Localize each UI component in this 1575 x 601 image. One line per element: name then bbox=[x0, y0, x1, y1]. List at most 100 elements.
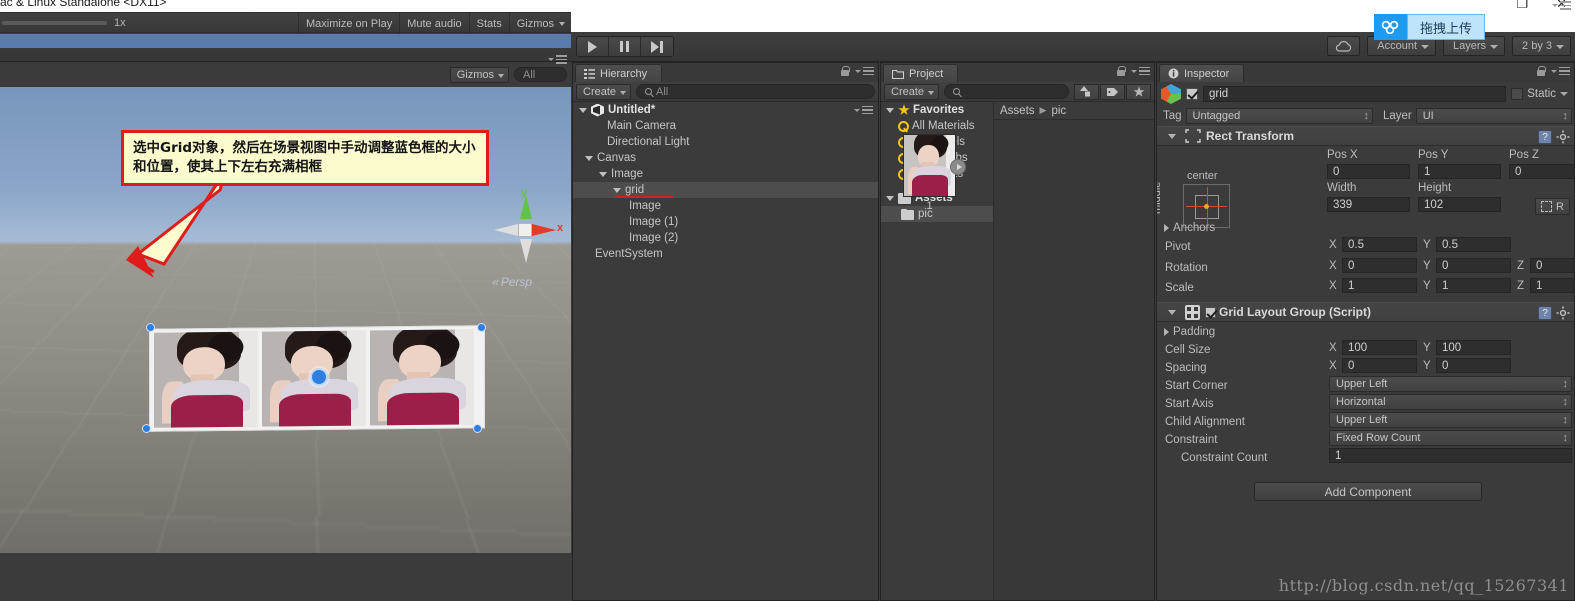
play-button[interactable] bbox=[577, 37, 609, 56]
inspector-panel-menu[interactable] bbox=[1551, 66, 1570, 76]
project-favorites-root[interactable]: Favorites bbox=[881, 102, 993, 118]
favorites-button[interactable] bbox=[1126, 83, 1151, 100]
grid-layout-group-header[interactable]: Grid Layout Group (Script) ? bbox=[1157, 302, 1574, 322]
hierarchy-panel-menu[interactable] bbox=[855, 66, 874, 76]
hierarchy-scene-root[interactable]: Untitled* bbox=[573, 102, 878, 118]
asset-thumbnail[interactable] bbox=[903, 134, 956, 197]
scale-x-field[interactable]: 1 bbox=[1342, 278, 1417, 293]
object-enabled-checkbox[interactable] bbox=[1186, 88, 1198, 100]
cell-size-y-field[interactable]: 100 bbox=[1436, 340, 1511, 355]
add-component-button[interactable]: Add Component bbox=[1254, 482, 1482, 501]
chevron-down-icon[interactable] bbox=[585, 155, 593, 161]
scene-search-input[interactable]: All bbox=[514, 67, 567, 82]
lock-icon[interactable] bbox=[841, 66, 850, 76]
step-button[interactable] bbox=[641, 37, 673, 56]
grid-image-0[interactable] bbox=[154, 331, 258, 428]
hierarchy-item-image-child-2[interactable]: Image (2) bbox=[573, 230, 878, 246]
project-panel-menu[interactable] bbox=[1131, 66, 1150, 76]
hierarchy-item-image-child-0[interactable]: Image bbox=[573, 198, 878, 214]
hierarchy-item-eventsystem[interactable]: EventSystem bbox=[573, 246, 878, 262]
project-favorite-all-materials[interactable]: All Materials bbox=[881, 118, 993, 134]
constraint-count-field[interactable]: 1 bbox=[1329, 448, 1572, 463]
chevron-down-icon[interactable] bbox=[613, 187, 621, 193]
scale-y-field[interactable]: 1 bbox=[1436, 278, 1511, 293]
breadcrumb-assets[interactable]: Assets bbox=[1000, 105, 1035, 117]
tab-inspector[interactable]: Inspector bbox=[1159, 64, 1245, 82]
rotation-z-field[interactable]: 0 bbox=[1530, 258, 1574, 273]
tab-project[interactable]: Project bbox=[883, 64, 959, 82]
pos-z-field[interactable]: 0 bbox=[1509, 164, 1574, 179]
chevron-down-icon[interactable] bbox=[599, 171, 607, 177]
project-create-button[interactable]: Create bbox=[884, 83, 940, 100]
stats-toggle[interactable]: Stats bbox=[468, 13, 509, 34]
game-panel-menu[interactable] bbox=[1552, 1, 1571, 10]
rect-handle-bottom-left[interactable] bbox=[142, 424, 151, 433]
pivot-y-field[interactable]: 0.5 bbox=[1436, 237, 1511, 252]
project-search-input[interactable] bbox=[944, 84, 1069, 99]
hierarchy-search-input[interactable]: All bbox=[636, 84, 875, 99]
playback-controls[interactable] bbox=[576, 36, 674, 57]
project-header-controls[interactable] bbox=[1117, 66, 1150, 76]
perspective-label[interactable]: Persp bbox=[492, 275, 532, 289]
tab-hierarchy[interactable]: Hierarchy bbox=[575, 64, 663, 82]
blueprint-mode-button[interactable]: R bbox=[1535, 198, 1570, 215]
pivot-x-field[interactable]: 0.5 bbox=[1342, 237, 1417, 252]
hierarchy-item-canvas[interactable]: Canvas bbox=[573, 150, 878, 166]
grid-layout-group-enabled-checkbox[interactable] bbox=[1205, 306, 1216, 318]
height-field[interactable]: 102 bbox=[1418, 197, 1501, 212]
chevron-down-icon[interactable] bbox=[1168, 309, 1176, 315]
inspector-header-controls[interactable] bbox=[1537, 66, 1570, 76]
tag-dropdown[interactable]: Untagged bbox=[1185, 108, 1373, 124]
hierarchy-item-grid[interactable]: grid bbox=[573, 182, 878, 198]
maximize-on-play-toggle[interactable]: Maximize on Play bbox=[298, 13, 399, 34]
lock-icon[interactable] bbox=[1537, 66, 1546, 76]
rotation-x-field[interactable]: 0 bbox=[1342, 258, 1417, 273]
rotation-y-field[interactable]: 0 bbox=[1436, 258, 1511, 273]
chevron-down-icon[interactable] bbox=[886, 107, 894, 113]
width-field[interactable]: 339 bbox=[1327, 197, 1410, 212]
scale-z-field[interactable]: 1 bbox=[1530, 278, 1574, 293]
grid-image-2[interactable] bbox=[370, 329, 474, 426]
pos-x-field[interactable]: 0 bbox=[1327, 164, 1410, 179]
spacing-y-field[interactable]: 0 bbox=[1436, 358, 1511, 373]
scene-gizmos-dropdown[interactable]: Gizmos bbox=[449, 67, 509, 83]
project-contents[interactable]: Assets ▶ pic 1 bbox=[903, 102, 1154, 600]
start-axis-dropdown[interactable]: Horizontal bbox=[1329, 394, 1572, 410]
breadcrumb[interactable]: Assets ▶ pic bbox=[994, 102, 1154, 120]
asset-item[interactable]: 1 bbox=[903, 134, 966, 212]
rect-handle-top-right[interactable] bbox=[477, 323, 486, 332]
scene-panel-menu[interactable] bbox=[548, 55, 567, 64]
hierarchy-item-main-camera[interactable]: Main Camera bbox=[573, 118, 878, 134]
static-checkbox[interactable] bbox=[1511, 88, 1524, 100]
rect-transform-header[interactable]: Rect Transform ? bbox=[1157, 126, 1574, 146]
hierarchy-item-directional-light[interactable]: Directional Light bbox=[573, 134, 878, 150]
help-icon[interactable]: ? bbox=[1538, 306, 1552, 320]
filter-by-label-button[interactable] bbox=[1100, 83, 1125, 100]
scene-context-menu[interactable] bbox=[854, 105, 873, 115]
pause-button[interactable] bbox=[609, 37, 641, 56]
rect-handle-top-left[interactable] bbox=[146, 323, 155, 332]
scene-orientation-gizmo[interactable]: y x bbox=[494, 187, 563, 269]
game-gizmos-dropdown[interactable]: Gizmos bbox=[508, 13, 569, 34]
axis-center-cube[interactable] bbox=[518, 223, 532, 237]
filter-by-type-button[interactable] bbox=[1074, 83, 1099, 100]
breadcrumb-pic[interactable]: pic bbox=[1051, 105, 1066, 117]
child-alignment-dropdown[interactable]: Upper Left bbox=[1329, 412, 1572, 428]
constraint-dropdown[interactable]: Fixed Row Count bbox=[1329, 430, 1572, 446]
hierarchy-tree[interactable]: Untitled* Main Camera Directional Light … bbox=[573, 102, 878, 600]
object-name-field[interactable]: grid bbox=[1203, 86, 1507, 102]
mute-audio-toggle[interactable]: Mute audio bbox=[399, 13, 468, 34]
collab-button[interactable] bbox=[1374, 14, 1407, 40]
gear-icon[interactable] bbox=[1556, 306, 1570, 320]
hierarchy-header-controls[interactable] bbox=[841, 66, 874, 76]
pos-y-field[interactable]: 1 bbox=[1418, 164, 1501, 179]
hierarchy-item-image-child-1[interactable]: Image (1) bbox=[573, 214, 878, 230]
chevron-right-icon[interactable] bbox=[1164, 223, 1169, 232]
start-corner-dropdown[interactable]: Upper Left bbox=[1329, 376, 1572, 392]
layer-dropdown[interactable]: UI bbox=[1415, 108, 1572, 124]
rect-handle-bottom-right[interactable] bbox=[473, 424, 482, 433]
game-view-canvas[interactable] bbox=[0, 34, 571, 48]
static-toggle[interactable]: Static bbox=[1511, 88, 1570, 100]
pivot-gizmo[interactable] bbox=[310, 368, 328, 386]
help-icon[interactable]: ? bbox=[1538, 130, 1552, 144]
